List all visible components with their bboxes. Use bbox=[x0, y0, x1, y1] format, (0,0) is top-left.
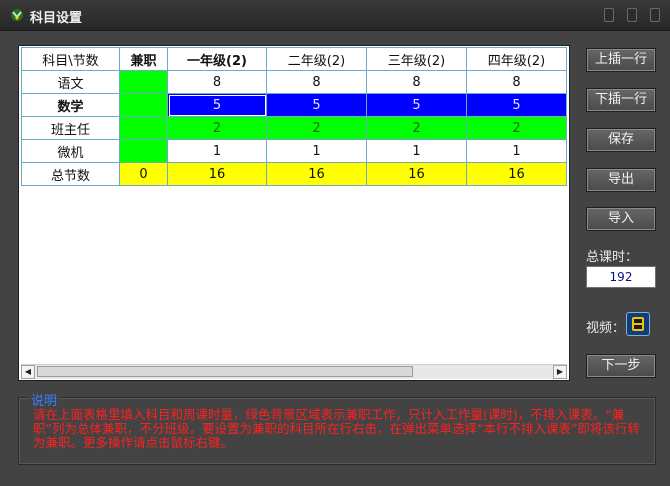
hours-cell[interactable]: 5 bbox=[366, 93, 467, 117]
title-bar: 科目设置 bbox=[0, 0, 670, 31]
total-cell: 16 bbox=[466, 162, 567, 186]
subject-table: 科目\节数 兼职 一年级(2) 二年级(2) 三年级(2) 四年级(2) 语文 … bbox=[21, 47, 567, 186]
hours-cell[interactable]: 2 bbox=[466, 116, 567, 140]
scroll-left-icon[interactable]: ◀ bbox=[21, 365, 35, 379]
hours-cell[interactable]: 8 bbox=[466, 70, 567, 94]
next-step-button[interactable]: 下一步 bbox=[586, 354, 656, 378]
hours-cell[interactable]: 1 bbox=[366, 139, 467, 163]
jianzhi-cell[interactable] bbox=[119, 139, 168, 163]
horizontal-scrollbar[interactable]: ◀ ▶ bbox=[21, 364, 567, 379]
hours-cell[interactable]: 8 bbox=[167, 70, 267, 94]
table-row-parttime: 班主任 2 2 2 2 bbox=[21, 116, 567, 140]
total-cell: 16 bbox=[266, 162, 367, 186]
column-header[interactable]: 三年级(2) bbox=[366, 47, 467, 71]
hours-cell[interactable]: 2 bbox=[167, 116, 267, 140]
close-icon[interactable] bbox=[650, 8, 660, 22]
row-subject-cell[interactable]: 班主任 bbox=[21, 116, 120, 140]
video-icon[interactable] bbox=[626, 312, 650, 336]
hours-cell[interactable]: 8 bbox=[266, 70, 367, 94]
minimize-icon[interactable] bbox=[604, 8, 614, 22]
subject-table-panel: 科目\节数 兼职 一年级(2) 二年级(2) 三年级(2) 四年级(2) 语文 … bbox=[18, 45, 570, 381]
table-row-selected: 数学 5 5 5 5 bbox=[21, 93, 567, 117]
jianzhi-cell[interactable] bbox=[119, 116, 168, 140]
maximize-icon[interactable] bbox=[627, 8, 637, 22]
total-hours-label: 总课时： bbox=[586, 250, 639, 265]
hours-cell-selected[interactable]: 5 bbox=[167, 93, 267, 117]
column-header[interactable]: 二年级(2) bbox=[266, 47, 367, 71]
video-label: 视频： bbox=[586, 321, 626, 336]
save-button[interactable]: 保存 bbox=[586, 128, 656, 152]
column-header[interactable]: 一年级(2) bbox=[167, 47, 267, 71]
notes-box: 说明 请在上面表格里填入科目和周课时量，绿色背景区域表示兼职工作，只计入工作量(… bbox=[18, 390, 656, 465]
jianzhi-cell[interactable] bbox=[119, 93, 168, 117]
import-button[interactable]: 导入 bbox=[586, 207, 656, 231]
export-button[interactable]: 导出 bbox=[586, 168, 656, 192]
notes-text: 请在上面表格里填入科目和周课时量，绿色背景区域表示兼职工作，只计入工作量(课时)… bbox=[33, 407, 640, 450]
insert-row-above-button[interactable]: 上插一行 bbox=[586, 48, 656, 72]
total-hours-field: 192 bbox=[586, 266, 656, 288]
row-subject-cell[interactable]: 微机 bbox=[21, 139, 120, 163]
row-subject-cell: 总节数 bbox=[21, 162, 120, 186]
hours-cell[interactable]: 1 bbox=[466, 139, 567, 163]
table-header-row: 科目\节数 兼职 一年级(2) 二年级(2) 三年级(2) 四年级(2) bbox=[21, 47, 567, 71]
scrollbar-thumb[interactable] bbox=[37, 366, 413, 377]
hours-cell[interactable]: 5 bbox=[466, 93, 567, 117]
hours-cell[interactable]: 2 bbox=[366, 116, 467, 140]
column-header[interactable]: 四年级(2) bbox=[466, 47, 567, 71]
column-header[interactable]: 兼职 bbox=[119, 47, 168, 71]
hours-cell[interactable]: 1 bbox=[167, 139, 267, 163]
total-cell: 16 bbox=[167, 162, 267, 186]
hours-cell[interactable]: 8 bbox=[366, 70, 467, 94]
table-row: 语文 8 8 8 8 bbox=[21, 70, 567, 94]
hours-cell[interactable]: 1 bbox=[266, 139, 367, 163]
jianzhi-cell[interactable] bbox=[119, 70, 168, 94]
window-title: 科目设置 bbox=[30, 11, 83, 26]
scroll-right-icon[interactable]: ▶ bbox=[553, 365, 567, 379]
row-subject-cell[interactable]: 数学 bbox=[21, 93, 120, 117]
window: 科目设置 科目\节数 兼职 一年级(2) 二年级(2) 三年级(2) 四年级(2… bbox=[0, 0, 670, 486]
hours-cell[interactable]: 2 bbox=[266, 116, 367, 140]
hours-cell[interactable]: 5 bbox=[266, 93, 367, 117]
total-cell: 16 bbox=[366, 162, 467, 186]
table-row: 微机 1 1 1 1 bbox=[21, 139, 567, 163]
row-subject-cell[interactable]: 语文 bbox=[21, 70, 120, 94]
app-icon bbox=[11, 9, 23, 21]
insert-row-below-button[interactable]: 下插一行 bbox=[586, 88, 656, 112]
table-row-total: 总节数 0 16 16 16 16 bbox=[21, 162, 567, 186]
jianzhi-total-cell: 0 bbox=[119, 162, 168, 186]
column-header[interactable]: 科目\节数 bbox=[21, 47, 120, 71]
